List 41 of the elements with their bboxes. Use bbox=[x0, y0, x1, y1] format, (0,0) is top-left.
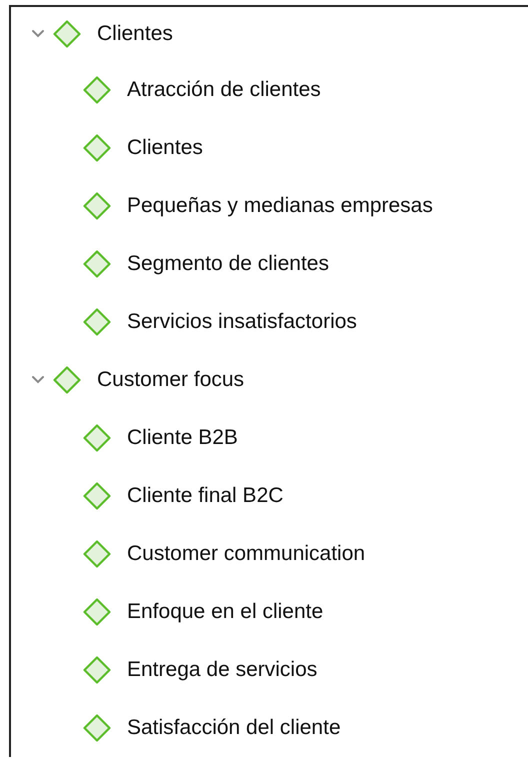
tree-item[interactable]: Customer communication bbox=[11, 525, 528, 583]
tree-item[interactable]: Entrega de servicios bbox=[11, 641, 528, 699]
diamond-icon bbox=[83, 192, 111, 220]
diamond-icon bbox=[83, 598, 111, 626]
item-label: Satisfacción del cliente bbox=[127, 716, 341, 740]
item-label: Segmento de clientes bbox=[127, 252, 329, 276]
diamond-icon bbox=[83, 134, 111, 162]
tree-item[interactable]: Satisfacción del cliente bbox=[11, 699, 528, 757]
diamond-icon bbox=[83, 714, 111, 742]
diamond-icon bbox=[83, 656, 111, 684]
tree-item[interactable]: Servicios insatisfactorios bbox=[11, 293, 528, 351]
tree-item[interactable]: Segmento de clientes bbox=[11, 235, 528, 293]
tree-item[interactable]: Atracción de clientes bbox=[11, 61, 528, 119]
item-label: Enfoque en el cliente bbox=[127, 600, 324, 624]
diamond-icon bbox=[83, 250, 111, 278]
tree-item[interactable]: Customer focus bbox=[11, 351, 528, 409]
item-label: Pequeñas y medianas empresas bbox=[127, 194, 433, 218]
item-label: Cliente final B2C bbox=[127, 484, 284, 508]
item-label: Customer communication bbox=[127, 542, 366, 566]
diamond-icon bbox=[83, 308, 111, 336]
tree-item[interactable]: Cliente B2B bbox=[11, 409, 528, 467]
diamond-icon bbox=[53, 366, 81, 394]
tree-item[interactable]: Pequeñas y medianas empresas bbox=[11, 177, 528, 235]
item-label: Entrega de servicios bbox=[127, 658, 318, 682]
item-label: Atracción de clientes bbox=[127, 78, 321, 102]
item-label: Clientes bbox=[97, 22, 173, 46]
diamond-icon bbox=[53, 20, 81, 48]
diamond-icon bbox=[83, 424, 111, 452]
diamond-icon bbox=[83, 482, 111, 510]
chevron-icon[interactable] bbox=[31, 29, 45, 39]
chevron-icon[interactable] bbox=[31, 375, 45, 385]
item-label: Clientes bbox=[127, 136, 203, 160]
tree-item[interactable]: Clientes bbox=[11, 119, 528, 177]
item-label: Customer focus bbox=[97, 368, 244, 392]
item-label: Servicios insatisfactorios bbox=[127, 310, 357, 334]
tree-item[interactable]: Clientes bbox=[11, 7, 528, 61]
diamond-icon bbox=[83, 540, 111, 568]
item-label: Cliente B2B bbox=[127, 426, 238, 450]
diamond-icon bbox=[83, 76, 111, 104]
tree-item[interactable]: Enfoque en el cliente bbox=[11, 583, 528, 641]
tree-item[interactable]: Cliente final B2C bbox=[11, 467, 528, 525]
